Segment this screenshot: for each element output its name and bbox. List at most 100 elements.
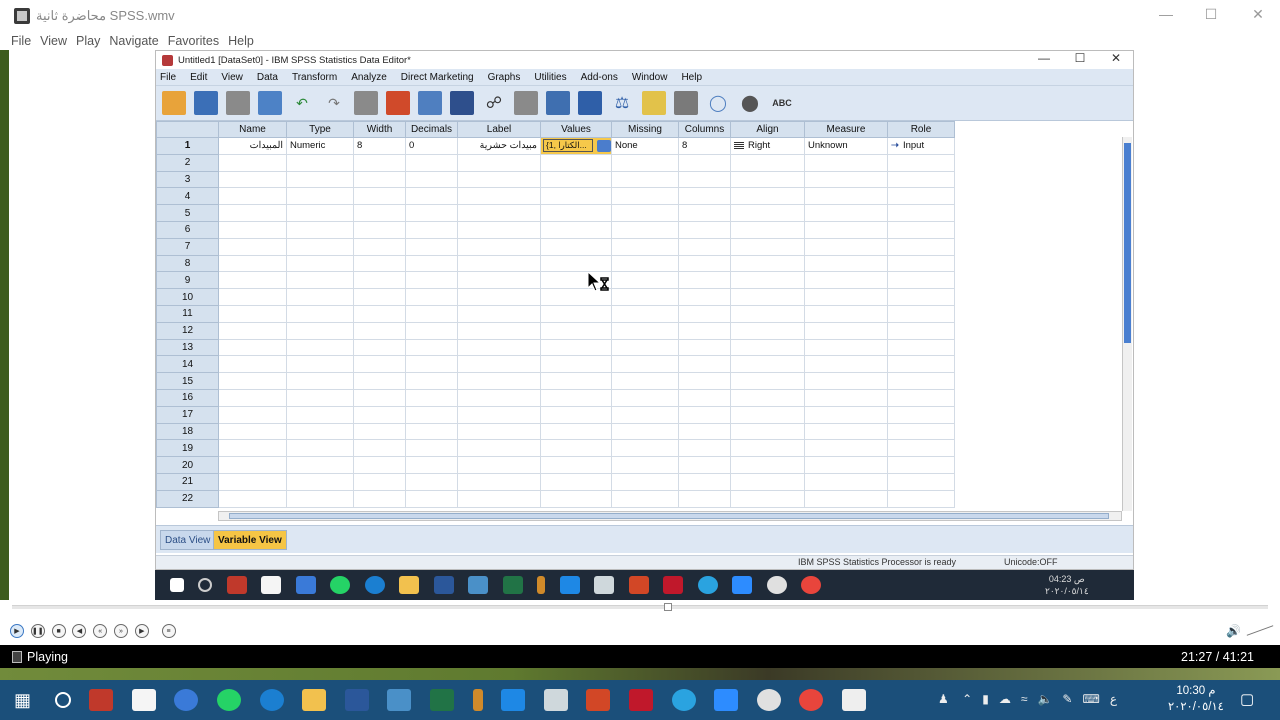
grid-cell[interactable] <box>457 489 541 508</box>
grid-cell[interactable] <box>218 304 287 323</box>
grid-cell[interactable] <box>353 405 406 424</box>
column-header[interactable]: Align <box>730 121 805 138</box>
spss-menu-utilities[interactable]: Utilities <box>534 72 566 83</box>
grid-cell[interactable] <box>887 388 955 407</box>
grid-cell[interactable] <box>678 321 731 340</box>
grid-cell[interactable] <box>540 254 612 273</box>
grid-cell[interactable] <box>286 372 354 390</box>
row-number[interactable]: 18 <box>156 422 219 441</box>
grid-cell[interactable] <box>887 220 955 239</box>
grid-cell[interactable] <box>804 439 888 458</box>
grid-cell[interactable] <box>730 439 805 458</box>
row-number[interactable]: 8 <box>156 254 219 273</box>
grid-cell[interactable] <box>678 237 731 256</box>
grid-cell[interactable] <box>286 355 354 374</box>
row-number[interactable]: 3 <box>156 170 219 189</box>
grid-cell[interactable] <box>218 489 287 508</box>
grid-cell[interactable] <box>218 204 287 222</box>
run-descriptives-icon[interactable] <box>450 91 474 115</box>
grid-cell[interactable] <box>611 422 679 441</box>
input-language[interactable]: ع <box>1110 692 1117 706</box>
grid-cell[interactable] <box>405 405 458 424</box>
grid-cell[interactable] <box>540 304 612 323</box>
chrome-icon[interactable] <box>799 689 824 711</box>
grid-cell[interactable] <box>457 405 541 424</box>
app-icon[interactable] <box>472 689 483 711</box>
grid-cell[interactable] <box>286 204 354 222</box>
zoom-icon[interactable] <box>714 689 739 711</box>
grid-cell[interactable] <box>218 422 287 441</box>
grid-cell[interactable] <box>804 170 888 189</box>
grid-cell[interactable] <box>678 153 731 172</box>
grid-cell[interactable] <box>678 288 731 306</box>
player-menu-file[interactable]: File <box>11 34 31 48</box>
player-menu-favorites[interactable]: Favorites <box>168 34 219 48</box>
grid-cell[interactable] <box>353 304 406 323</box>
grid-cell[interactable] <box>611 355 679 374</box>
open-icon[interactable] <box>162 91 186 115</box>
column-header[interactable]: Label <box>457 121 541 138</box>
row-number[interactable]: 12 <box>156 321 219 340</box>
grid-cell[interactable] <box>887 204 955 222</box>
row-number[interactable]: 13 <box>156 338 219 357</box>
grid-cell[interactable] <box>678 187 731 206</box>
grid-cell[interactable] <box>286 439 354 458</box>
grid-cell[interactable] <box>218 237 287 256</box>
variables-icon[interactable] <box>418 91 442 115</box>
pause-icon[interactable]: ❚❚ <box>30 624 45 638</box>
grid-cell[interactable] <box>887 254 955 273</box>
grid-cell[interactable] <box>457 321 541 340</box>
grid-cell[interactable] <box>678 204 731 222</box>
grid-cell[interactable] <box>286 271 354 290</box>
spss-maximize-button[interactable]: ☐ <box>1063 51 1097 65</box>
stop-icon[interactable]: ■ <box>51 624 66 638</box>
next-icon[interactable]: ▶ <box>134 624 149 638</box>
grid-cell[interactable] <box>353 204 406 222</box>
cell-name[interactable]: المبيدات <box>218 137 287 155</box>
player-menu-help[interactable]: Help <box>228 34 254 48</box>
spss-close-button[interactable]: ✕ <box>1099 51 1133 65</box>
file-explorer-icon[interactable] <box>302 689 327 711</box>
row-number[interactable]: 22 <box>156 489 219 508</box>
grid-cell[interactable] <box>678 355 731 374</box>
grid-cell[interactable] <box>540 405 612 424</box>
grid-cell[interactable] <box>218 439 287 458</box>
grid-cell[interactable] <box>887 422 955 441</box>
row-number[interactable]: 17 <box>156 405 219 424</box>
cell-role[interactable]: ➝ Input <box>887 137 955 155</box>
grid-cell[interactable] <box>678 405 731 424</box>
store-icon[interactable] <box>131 689 156 711</box>
minimize-button[interactable]: — <box>1143 6 1189 26</box>
grid-cell[interactable] <box>286 187 354 206</box>
row-number[interactable]: 20 <box>156 456 219 474</box>
grid-cell[interactable] <box>678 422 731 441</box>
grid-cell[interactable] <box>457 439 541 458</box>
horizontal-scroll-thumb[interactable] <box>229 513 1109 519</box>
row-number[interactable]: 9 <box>156 271 219 290</box>
grid-cell[interactable] <box>804 388 888 407</box>
grid-cell[interactable] <box>730 254 805 273</box>
grid-cell[interactable] <box>457 254 541 273</box>
row-number[interactable]: 1 <box>156 137 219 155</box>
grid-cell[interactable] <box>730 288 805 306</box>
grid-cell[interactable] <box>804 237 888 256</box>
grid-cell[interactable] <box>804 304 888 323</box>
row-number[interactable]: 11 <box>156 304 219 323</box>
spss-menu-add-ons[interactable]: Add-ons <box>581 72 618 83</box>
people-icon[interactable]: ♟ <box>938 692 949 706</box>
spss-menu-transform[interactable]: Transform <box>292 72 337 83</box>
media-player-icon[interactable] <box>841 689 866 711</box>
vertical-scroll-thumb[interactable] <box>1124 143 1131 343</box>
grid-cell[interactable] <box>457 187 541 206</box>
volume-slider[interactable] <box>1246 625 1274 636</box>
grid-cell[interactable] <box>887 237 955 256</box>
keyboard-icon[interactable]: ⌨ <box>1082 692 1099 706</box>
grid-cell[interactable] <box>218 388 287 407</box>
grid-cell[interactable] <box>457 355 541 374</box>
grid-cell[interactable] <box>218 472 287 491</box>
use-sets-icon[interactable]: ◯ <box>706 91 730 115</box>
grid-cell[interactable] <box>405 220 458 239</box>
grid-cell[interactable] <box>353 439 406 458</box>
grid-cell[interactable] <box>804 321 888 340</box>
cell-decimals[interactable]: 0 <box>405 137 458 155</box>
